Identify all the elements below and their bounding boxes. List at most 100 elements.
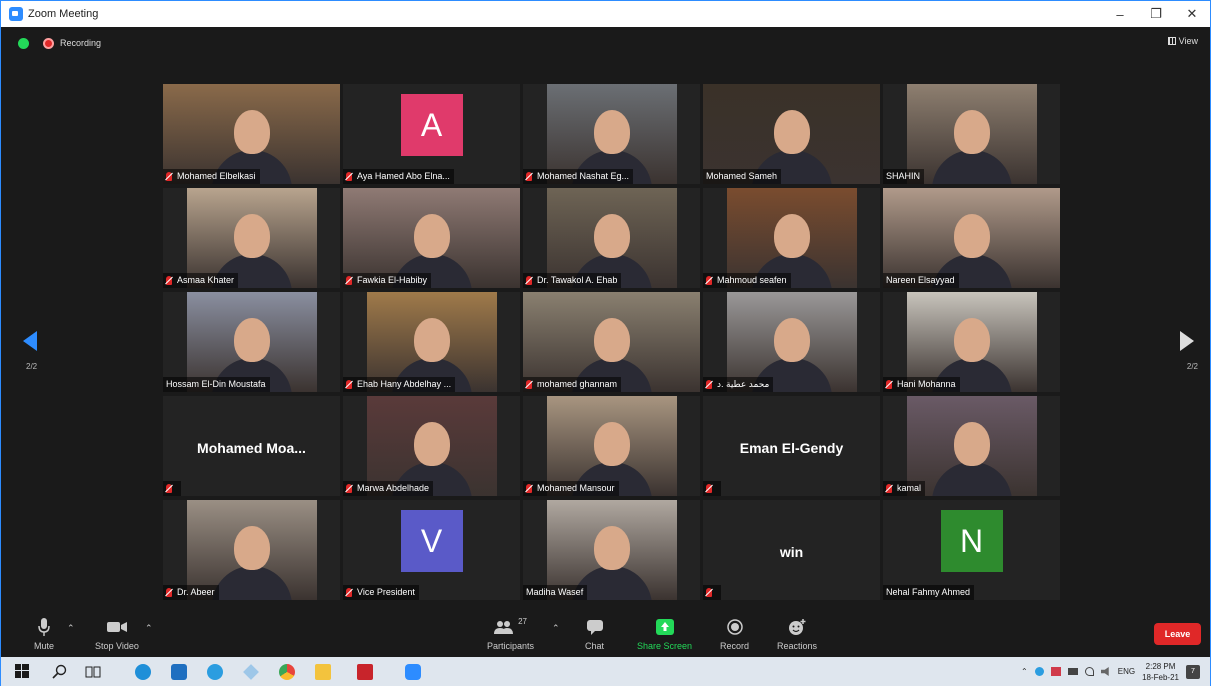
stop-video-label: Stop Video <box>95 641 139 651</box>
participant-tile[interactable]: V Vice President <box>343 500 520 600</box>
participant-silhouette <box>233 318 270 362</box>
participant-tile[interactable]: mohamed ghannam <box>523 292 700 392</box>
participant-name: Dr. Abeer <box>177 587 215 597</box>
participant-tile[interactable]: Hossam El-Din Moustafa <box>163 292 340 392</box>
chat-button[interactable]: Chat <box>585 617 604 651</box>
task-view-icon[interactable] <box>85 664 101 680</box>
battery-icon[interactable] <box>1067 668 1078 675</box>
participant-name-label: Mohamed Elbelkasi <box>163 169 260 184</box>
reactions-label: Reactions <box>777 641 818 651</box>
mute-button[interactable]: Mute <box>34 617 54 651</box>
participant-silhouette <box>773 318 810 362</box>
zoom-taskbar-icon[interactable] <box>405 664 421 680</box>
recording-icon[interactable] <box>43 37 54 49</box>
record-button[interactable]: Record <box>720 617 749 651</box>
mail-icon[interactable] <box>171 664 187 680</box>
system-tray: ⌃ ENG 2:28 PM 18-Feb-21 7 <box>1021 657 1200 686</box>
participants-options-caret-icon[interactable]: ⌃ <box>552 623 560 634</box>
network-icon[interactable] <box>1034 667 1044 676</box>
participant-name: Hani Mohanna <box>897 379 956 389</box>
audio-options-caret-icon[interactable]: ⌃ <box>67 623 75 634</box>
muted-microphone-icon <box>346 588 352 597</box>
next-page-arrow-icon[interactable] <box>1180 331 1194 351</box>
participant-tile[interactable]: Asmaa Khater <box>163 188 340 288</box>
reactions-button[interactable]: Reactions <box>777 617 817 651</box>
stop-video-button[interactable]: Stop Video <box>95 617 139 651</box>
participant-name: محمد عطية .د <box>717 379 770 389</box>
participant-tile[interactable]: Nareen Elsayyad <box>883 188 1060 288</box>
search-icon[interactable] <box>52 664 68 680</box>
participants-label: Participants <box>487 641 535 651</box>
participant-name-label: Aya Hamed Abo Elna... <box>343 169 454 184</box>
participant-silhouette <box>593 422 630 466</box>
participant-tile[interactable]: Dr. Tawakol A. Ehab <box>523 188 700 288</box>
tray-expand-icon[interactable]: ⌃ <box>1021 667 1028 676</box>
security-shield-icon[interactable] <box>18 37 29 49</box>
participant-tile[interactable]: Hani Mohanna <box>883 292 1060 392</box>
recording-label: Recording <box>60 38 102 48</box>
security-app-icon[interactable] <box>1050 667 1061 676</box>
previous-page-arrow-icon[interactable] <box>23 331 37 351</box>
leave-button[interactable]: Leave <box>1154 623 1201 645</box>
participant-name-label: Dr. Tawakol A. Ehab <box>523 273 622 288</box>
participant-tile[interactable]: kamal <box>883 396 1060 496</box>
participant-tile[interactable]: win <box>703 500 880 600</box>
language-indicator[interactable]: ENG <box>1118 667 1135 676</box>
participant-name-label: Madiha Wasef <box>523 585 588 600</box>
participant-silhouette <box>953 318 990 362</box>
participant-tile[interactable]: Madiha Wasef <box>523 500 700 600</box>
volume-icon[interactable] <box>1100 667 1109 676</box>
participant-tile[interactable]: محمد عطية .د <box>703 292 880 392</box>
participant-silhouette <box>233 214 270 258</box>
meeting-topbar: Recording View <box>1 27 1210 59</box>
participant-tile[interactable]: Fawkia El-Habiby <box>343 188 520 288</box>
participant-name-label: Mohamed Nashat Eg... <box>523 169 634 184</box>
participant-tile[interactable]: Mohamed Sameh <box>703 84 880 184</box>
participants-button[interactable]: 27 Participants <box>487 617 534 651</box>
muted-microphone-icon <box>166 484 172 493</box>
participant-tile[interactable]: Mohamed Moa... <box>163 396 340 496</box>
file-explorer-icon[interactable] <box>315 664 331 680</box>
participant-name: Nareen Elsayyad <box>886 275 955 285</box>
participant-name: Mohamed Sameh <box>706 171 778 181</box>
participant-tile[interactable]: SHAHIN <box>883 84 1060 184</box>
share-screen-button[interactable]: Share Screen <box>637 617 692 651</box>
participant-tile[interactable]: Mohamed Nashat Eg... <box>523 84 700 184</box>
participant-tile[interactable]: Mohamed Elbelkasi <box>163 84 340 184</box>
participant-tile[interactable]: A Aya Hamed Abo Elna... <box>343 84 520 184</box>
participant-tile[interactable]: Marwa Abdelhade <box>343 396 520 496</box>
muted-microphone-icon <box>886 484 892 493</box>
participant-tile[interactable]: Mahmoud seafen <box>703 188 880 288</box>
participant-tile[interactable]: Eman El-Gendy <box>703 396 880 496</box>
participant-name-label <box>703 585 721 600</box>
edge-browser-icon[interactable] <box>135 664 151 680</box>
participant-name-label: SHAHIN <box>883 169 925 184</box>
participant-tile[interactable]: Dr. Abeer <box>163 500 340 600</box>
pdf-reader-icon[interactable] <box>357 664 373 680</box>
minimize-button[interactable]: – <box>1102 1 1138 27</box>
muted-microphone-icon <box>886 380 892 389</box>
participant-tile[interactable]: Ehab Hany Abdelhay ... <box>343 292 520 392</box>
chrome-icon[interactable] <box>279 664 295 680</box>
teams-icon[interactable] <box>207 664 223 680</box>
participant-silhouette <box>593 214 630 258</box>
notification-center-icon[interactable]: 7 <box>1186 664 1200 679</box>
participant-silhouette <box>413 318 450 362</box>
muted-microphone-icon <box>166 588 172 597</box>
windows-start-icon[interactable] <box>15 664 31 680</box>
close-button[interactable]: ✕ <box>1174 1 1210 27</box>
maximize-button[interactable]: ❐ <box>1138 1 1174 27</box>
paint-icon[interactable] <box>243 664 259 680</box>
video-options-caret-icon[interactable]: ⌃ <box>145 623 153 634</box>
clock[interactable]: 2:28 PM 18-Feb-21 <box>1142 661 1179 683</box>
muted-microphone-icon <box>346 484 352 493</box>
view-button[interactable]: View <box>1167 36 1198 46</box>
wifi-icon[interactable] <box>1084 667 1094 676</box>
participant-silhouette <box>773 214 810 258</box>
participant-tile[interactable]: N Nehal Fahmy Ahmed <box>883 500 1060 600</box>
participant-tile[interactable]: Mohamed Mansour <box>523 396 700 496</box>
participant-name: Mahmoud seafen <box>717 275 787 285</box>
muted-microphone-icon <box>166 172 172 181</box>
share-screen-label: Share Screen <box>637 641 693 651</box>
window-title: Zoom Meeting <box>28 8 99 20</box>
